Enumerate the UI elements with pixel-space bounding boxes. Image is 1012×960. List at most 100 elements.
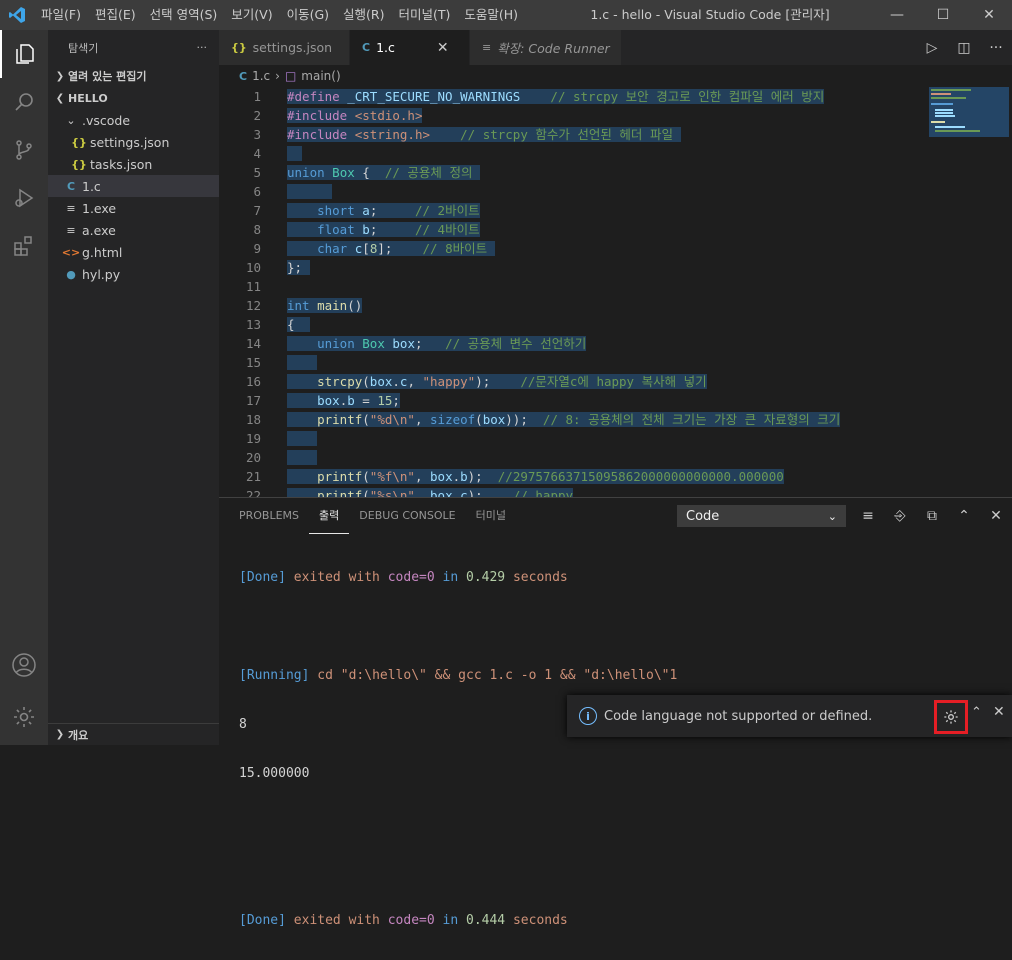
line-number: 5 — [253, 165, 261, 180]
window-title: 1.c - hello - Visual Studio Code [관리자] — [590, 7, 830, 22]
activity-bar — [0, 30, 48, 745]
tree-item-label: g.html — [82, 244, 123, 260]
more-actions-icon[interactable]: ··· — [980, 40, 1012, 56]
folder-label: HELLO — [68, 91, 108, 105]
source-control-icon[interactable] — [0, 126, 48, 174]
c-file-icon: C — [66, 179, 76, 193]
code-line: #include <stdio.h> — [287, 108, 423, 123]
minimize-icon[interactable]: — — [874, 0, 920, 30]
json-icon: {} — [71, 135, 87, 149]
log-line: [Running] cd "d:\hello\" && gcc 1.c -o 1… — [239, 668, 678, 683]
split-editor-icon[interactable]: ◫ — [948, 40, 980, 56]
code-line: #include <string.h> // strcpy 함수가 선언된 헤더… — [287, 125, 681, 144]
menu-go[interactable]: 이동(G) — [280, 0, 336, 30]
explorer-sidebar: 탐색기 ··· ❯ 열려 있는 편집기 ❮ HELLO ⌄ .vscode {}… — [48, 30, 219, 745]
close-panel-icon[interactable]: ✕ — [980, 508, 1012, 524]
search-icon[interactable] — [0, 78, 48, 126]
tab-label: 1.c — [376, 40, 395, 55]
code-line: strcpy(box.c, "happy"); //문자열c에 happy 복사… — [287, 372, 707, 391]
tab-1c[interactable]: C 1.c ✕ — [350, 30, 470, 65]
line-number: 12 — [245, 298, 261, 313]
tree-item-hylpy[interactable]: ● hyl.py — [48, 263, 219, 285]
maximize-panel-icon[interactable]: ⌃ — [948, 508, 980, 524]
tree-item-1c[interactable]: C 1.c — [48, 175, 219, 197]
tab-terminal[interactable]: 터미널 — [466, 498, 516, 534]
account-icon[interactable] — [0, 641, 48, 689]
expand-notification-icon[interactable]: ⌃ — [971, 705, 982, 720]
code-line: printf("%d\n", sizeof(box)); // 8: 공용체의 … — [287, 410, 841, 429]
tree-item-aexe[interactable]: ≡ a.exe — [48, 219, 219, 241]
code-line: float b; // 4바이트 — [287, 220, 480, 239]
notification-settings-gear-icon[interactable] — [934, 700, 968, 734]
code-line: { — [287, 317, 310, 332]
line-number: 20 — [245, 450, 261, 465]
line-number: 4 — [253, 146, 261, 161]
close-window-icon[interactable]: ✕ — [966, 0, 1012, 30]
title-bar: 파일(F) 편집(E) 선택 영역(S) 보기(V) 이동(G) 실행(R) 터… — [0, 0, 1012, 30]
run-debug-icon[interactable] — [0, 174, 48, 222]
folder-section[interactable]: ❮ HELLO — [48, 87, 219, 109]
menu-selection[interactable]: 선택 영역(S) — [143, 0, 225, 30]
breadcrumb-file[interactable]: 1.c — [252, 69, 270, 83]
line-number: 1 — [253, 89, 261, 104]
menu-view[interactable]: 보기(V) — [224, 0, 279, 30]
breadcrumb-symbol[interactable]: main() — [301, 69, 340, 83]
tab-code-runner[interactable]: ≡ 확장: Code Runner — [470, 30, 622, 65]
c-file-icon: C — [362, 41, 371, 54]
explorer-header: 탐색기 ··· — [48, 30, 219, 65]
close-tab-icon[interactable]: ✕ — [437, 40, 449, 56]
menu-run[interactable]: 실행(R) — [336, 0, 391, 30]
maximize-icon[interactable]: ☐ — [920, 0, 966, 30]
tree-item-label: hyl.py — [82, 266, 121, 282]
editor-actions: ▷ ◫ ··· — [916, 30, 1012, 65]
tab-settings-json[interactable]: {} settings.json — [219, 30, 350, 65]
line-number: 21 — [245, 469, 261, 484]
outline-label: 개요 — [68, 728, 89, 742]
line-number: 2 — [253, 108, 261, 123]
log-line: [Done] exited with code=0 in 0.429 secon… — [239, 570, 568, 585]
output-channel-select[interactable]: Code ⌄ — [677, 505, 846, 527]
clear-output-icon[interactable]: ≡ — [852, 508, 884, 524]
line-number: 10 — [245, 260, 261, 275]
line-number: 6 — [253, 184, 261, 199]
code-line — [287, 144, 303, 163]
tree-item-tasks-json[interactable]: {} tasks.json — [48, 153, 219, 175]
explorer-icon[interactable] — [0, 30, 48, 78]
menu-help[interactable]: 도움말(H) — [457, 0, 525, 30]
tree-item-label: 1.c — [82, 178, 101, 194]
extensions-icon[interactable] — [0, 222, 48, 270]
line-number: 9 — [253, 241, 261, 256]
line-number: 16 — [245, 374, 261, 389]
tab-problems[interactable]: PROBLEMS — [229, 498, 309, 534]
run-code-icon[interactable]: ▷ — [916, 40, 948, 56]
close-notification-icon[interactable]: ✕ — [993, 704, 1005, 720]
minimap[interactable] — [927, 87, 1012, 497]
lock-icon[interactable]: ⎆ — [884, 508, 916, 524]
notification-toast: i Code language not supported or defined… — [567, 695, 1012, 737]
tree-item-1exe[interactable]: ≡ 1.exe — [48, 197, 219, 219]
json-icon: {} — [71, 157, 87, 171]
extension-icon: ≡ — [482, 41, 492, 54]
menu-file[interactable]: 파일(F) — [34, 0, 88, 30]
chevron-down-icon: ⌄ — [827, 509, 837, 523]
open-editors-label: 열려 있는 편집기 — [68, 70, 147, 83]
chevron-down-icon: ⌄ — [66, 113, 76, 127]
line-number: 15 — [245, 355, 261, 370]
line-number: 14 — [245, 336, 261, 351]
tree-item-label: .vscode — [82, 112, 131, 128]
open-log-icon[interactable]: ⧉ — [916, 508, 948, 524]
tree-item-vscode[interactable]: ⌄ .vscode — [48, 109, 219, 131]
menu-edit[interactable]: 편집(E) — [88, 0, 143, 30]
tree-item-settings-json[interactable]: {} settings.json — [48, 131, 219, 153]
more-actions-icon[interactable]: ··· — [197, 41, 208, 54]
code-editor[interactable]: 1 #define _CRT_SECURE_NO_WARNINGS // strc… — [219, 87, 927, 497]
tree-item-ghtml[interactable]: <> g.html — [48, 241, 219, 263]
outline-section[interactable]: ❯ 개요 — [48, 723, 219, 745]
line-number: 7 — [253, 203, 261, 218]
log-line: [Done] exited with code=0 in 0.444 secon… — [239, 913, 568, 928]
tab-debug-console[interactable]: DEBUG CONSOLE — [349, 498, 465, 534]
open-editors-section[interactable]: ❯ 열려 있는 편집기 — [48, 65, 219, 87]
menu-terminal[interactable]: 터미널(T) — [392, 0, 458, 30]
manage-gear-icon[interactable] — [0, 693, 48, 741]
tab-output[interactable]: 출력 — [309, 498, 350, 534]
